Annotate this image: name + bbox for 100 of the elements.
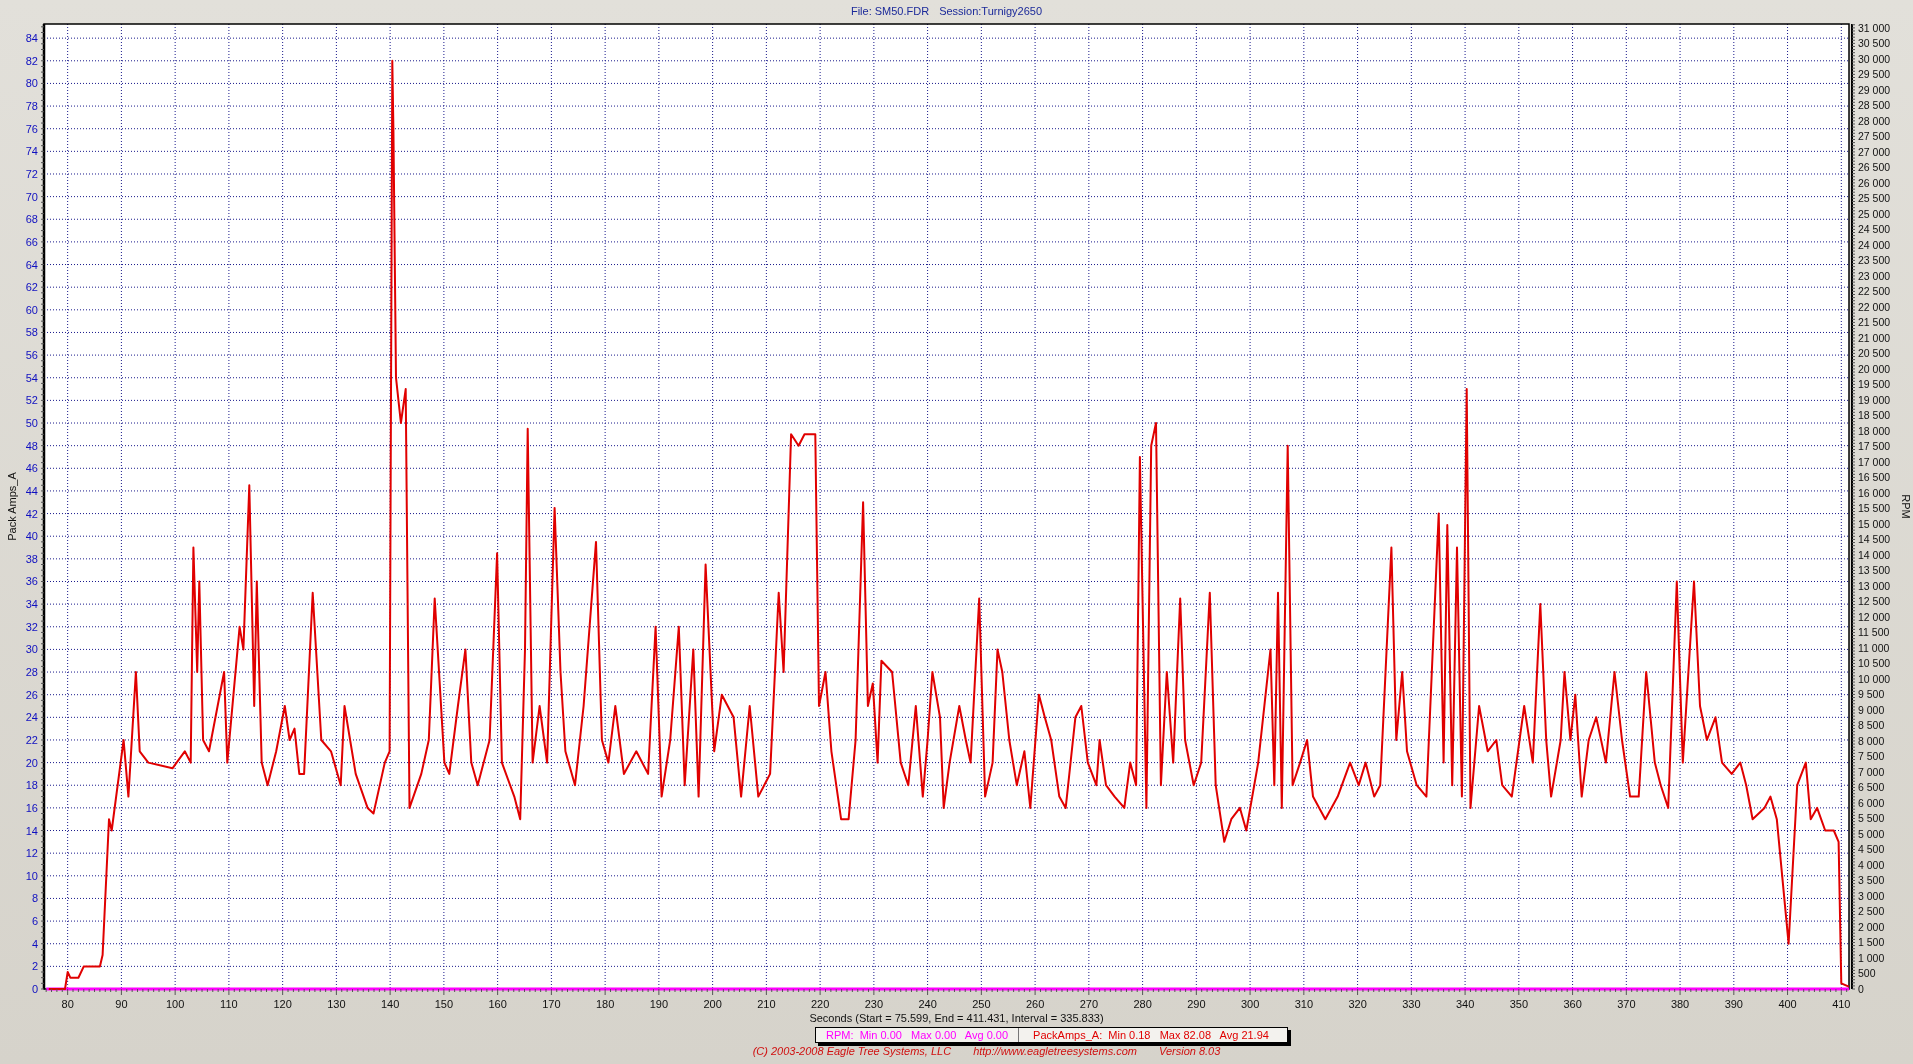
y-tick-label: 66 [25, 235, 38, 248]
y-tick-label: 24 [25, 711, 38, 724]
y-tick-label: 18 500 [1858, 409, 1891, 422]
y-tick-label: 10 000 [1858, 672, 1891, 685]
y-tick-label: 30 [25, 643, 38, 656]
y-tick-label: 36 [25, 575, 38, 588]
y-tick-label: 64 [25, 258, 38, 271]
x-tick-label: 150 [434, 998, 454, 1010]
x-tick-label: 320 [1348, 998, 1367, 1010]
y-tick-label: 3 000 [1858, 890, 1885, 902]
file-name: File: SM50.FDR [850, 5, 930, 17]
y-tick-label: 2 000 [1858, 921, 1885, 933]
y-tick-label: 14 500 [1858, 533, 1891, 546]
y-tick-label: 29 000 [1858, 83, 1891, 96]
y-tick-label: 22 000 [1858, 300, 1891, 313]
footer-text: Version 8.03 [1159, 1045, 1221, 1057]
y-tick-label: 4 000 [1858, 859, 1885, 871]
y-tick-label: 74 [25, 145, 38, 158]
x-tick-label: 340 [1455, 998, 1475, 1010]
y-tick-label: 18 000 [1858, 424, 1891, 437]
x-tick-label: 220 [810, 998, 830, 1010]
y-tick-label: 17 500 [1858, 440, 1891, 453]
y-tick-label: 1 000 [1858, 952, 1885, 964]
series-stats: : Min 0.00 Max 0.00 Avg 0.00 [850, 1029, 1009, 1041]
y-tick-label: 3 500 [1858, 874, 1885, 887]
y-tick-label: 11 500 [1858, 626, 1890, 639]
y-tick-label: 0 [1858, 983, 1864, 995]
y-tick-label: 10 500 [1858, 657, 1891, 670]
x-tick-label: 390 [1724, 998, 1743, 1010]
y-tick-label: 19 000 [1858, 393, 1891, 406]
y-tick-label: 6 000 [1858, 797, 1885, 809]
x-tick-label: 330 [1402, 998, 1421, 1010]
y-tick-label: 20 000 [1858, 362, 1891, 375]
y-tick-label: 2 [31, 960, 38, 973]
x-tick-label: 250 [972, 998, 991, 1010]
y-tick-label: 27 500 [1858, 130, 1891, 143]
y-tick-label: 56 [25, 349, 38, 362]
x-tick-label: 240 [918, 998, 937, 1010]
y-tick-label: 21 500 [1858, 316, 1891, 329]
y-tick-label: 24 500 [1858, 223, 1891, 236]
y-tick-label: 25 500 [1858, 192, 1891, 205]
y-tick-label: 29 500 [1858, 68, 1891, 81]
x-tick-label: 110 [220, 998, 238, 1010]
y-tick-label: 38 [25, 552, 38, 565]
y-tick-label: 16 000 [1858, 486, 1891, 499]
x-tick-label: 170 [542, 998, 561, 1010]
y-tick-label: 44 [25, 484, 38, 497]
y-tick-label: 31 000 [1858, 22, 1891, 34]
y-tick-label: 70 [25, 190, 38, 203]
x-tick-label: 410 [1832, 998, 1851, 1010]
session-name: Session:Turnigy2650 [939, 5, 1043, 17]
y-tick-label: 27 000 [1858, 145, 1891, 158]
y-axis-title: Pack Amps_A [6, 472, 18, 541]
y-tick-label: 1 500 [1858, 936, 1885, 949]
x-tick-label: 210 [757, 998, 776, 1010]
y-tick-label: 7 000 [1858, 765, 1885, 778]
y-tick-label: 4 500 [1858, 843, 1885, 856]
y-tick-label: 8 000 [1858, 734, 1885, 747]
y-tick-label: 7 500 [1858, 750, 1885, 763]
y-tick-label: 34 [25, 598, 38, 611]
y-tick-label: 52 [25, 394, 38, 407]
y-tick-label: 23 500 [1858, 254, 1891, 267]
y-tick-label: 9 000 [1858, 703, 1885, 716]
x-axis-title: Seconds (Start = 75.599, End = 411.431, Interval = 335.833) [809, 1012, 1104, 1024]
y-tick-label: 19 500 [1858, 378, 1891, 391]
x-tick-label: 280 [1133, 998, 1152, 1010]
y-tick-label: 13 500 [1858, 564, 1891, 577]
y-tick-label: 20 500 [1858, 347, 1891, 360]
y-tick-label: 10 [25, 869, 38, 882]
y-tick-label: 8 [31, 892, 38, 905]
y-tick-label: 46 [25, 462, 38, 475]
y-tick-label: 72 [25, 168, 38, 180]
y-tick-label: 15 000 [1858, 517, 1891, 530]
y-tick-label: 30 000 [1858, 52, 1891, 65]
y-tick-label: 60 [25, 303, 38, 316]
x-tick-label: 310 [1294, 998, 1313, 1010]
y-tick-label: 12 500 [1858, 595, 1891, 608]
y-tick-label: 30 500 [1858, 37, 1891, 50]
x-tick-label: 360 [1563, 998, 1582, 1010]
y-tick-label: 26 [25, 688, 38, 701]
x-tick-label: 140 [380, 998, 400, 1010]
x-tick-label: 350 [1509, 998, 1528, 1010]
x-tick-label: 90 [115, 998, 128, 1010]
y-tick-label: 58 [25, 326, 38, 339]
x-tick-label: 400 [1778, 998, 1797, 1010]
x-tick-label: 370 [1617, 998, 1636, 1010]
y-tick-label: 500 [1858, 967, 1876, 980]
y-tick-label: 84 [25, 32, 38, 45]
y-tick-label: 25 000 [1858, 207, 1891, 220]
y-tick-label: 28 500 [1858, 99, 1891, 112]
y-tick-label: 16 [25, 801, 38, 814]
y-tick-label: 28 [25, 666, 38, 679]
x-tick-label: 160 [488, 998, 507, 1010]
y-tick-label: 4 [31, 937, 38, 950]
y-tick-label: 82 [25, 54, 38, 67]
y-axis-title: RPM [1900, 494, 1912, 519]
y-tick-label: 2 500 [1858, 905, 1885, 918]
y-tick-label: 5 000 [1858, 828, 1885, 840]
y-tick-label: 8 500 [1858, 719, 1885, 732]
y-tick-label: 68 [25, 213, 38, 226]
